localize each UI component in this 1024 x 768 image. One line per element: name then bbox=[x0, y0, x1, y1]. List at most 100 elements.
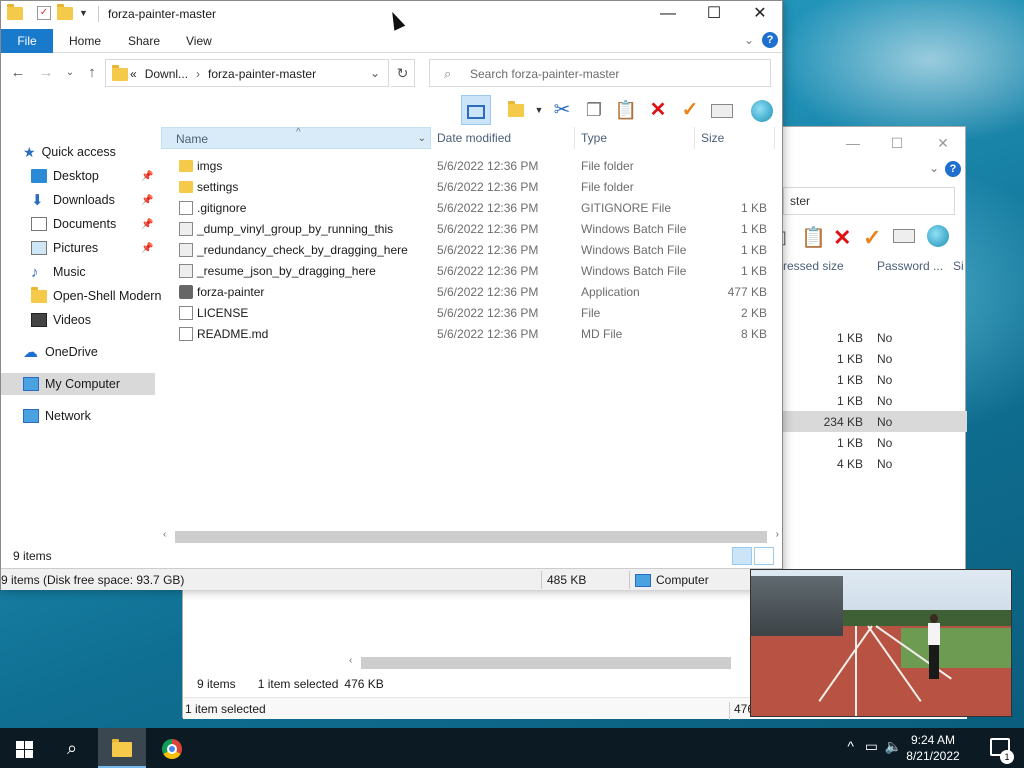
file-explorer-taskbar-icon[interactable] bbox=[98, 728, 146, 768]
delete-icon[interactable]: ✕ bbox=[643, 95, 673, 125]
background-file-row[interactable]: 1 KB No bbox=[783, 327, 967, 348]
nav-pictures[interactable]: Pictures bbox=[31, 237, 98, 259]
nav-quick-access[interactable]: ★ Quick access bbox=[23, 141, 116, 163]
maximize-icon[interactable]: ☐ bbox=[887, 133, 907, 153]
close-button[interactable]: ✕ bbox=[737, 1, 783, 29]
details-view-icon[interactable] bbox=[732, 547, 752, 565]
size-header[interactable]: Si bbox=[953, 259, 967, 281]
search-icon[interactable]: ⌕ bbox=[48, 728, 96, 768]
up-arrow-icon[interactable]: ↑ bbox=[83, 63, 101, 83]
globe-icon[interactable] bbox=[747, 95, 777, 125]
clock[interactable]: 9:24 AM 8/21/2022 bbox=[898, 732, 968, 764]
compressed-size-header[interactable]: ressed size bbox=[783, 259, 873, 281]
network-icon[interactable]: ▭ bbox=[865, 738, 878, 755]
minimize-icon[interactable]: — bbox=[843, 133, 863, 153]
file-row[interactable]: _resume_json_by_dragging_here 5/6/2022 12… bbox=[161, 261, 781, 282]
nav-network[interactable]: Network bbox=[23, 405, 91, 427]
file-row[interactable]: LICENSE 5/6/2022 12:36 PM File 2 KB bbox=[161, 303, 781, 324]
rename-icon[interactable] bbox=[707, 95, 737, 125]
address-bar[interactable]: « Downl... › forza-painter-master ⌄ bbox=[105, 59, 389, 87]
large-icons-view-icon[interactable] bbox=[754, 547, 774, 565]
background-file-row[interactable]: 234 KB No bbox=[783, 411, 967, 432]
file-row[interactable]: forza-painter 5/6/2022 12:36 PM Applicatio… bbox=[161, 282, 781, 303]
background-file-row[interactable]: 1 KB No bbox=[783, 390, 967, 411]
properties-folder-icon[interactable] bbox=[501, 95, 531, 125]
breadcrumb-current[interactable]: forza-painter-master bbox=[208, 67, 316, 81]
horizontal-scrollbar[interactable]: ‹ › bbox=[161, 529, 781, 545]
column-name[interactable]: Name ^ ⌄ bbox=[161, 127, 431, 149]
nav-onedrive[interactable]: ☁ OneDrive bbox=[23, 341, 98, 363]
scroll-right-icon[interactable]: › bbox=[776, 529, 779, 540]
start-button[interactable] bbox=[0, 728, 48, 768]
nav-videos[interactable]: Videos bbox=[31, 309, 91, 331]
chevron-up-icon[interactable]: ^ bbox=[847, 738, 854, 754]
background-file-row[interactable]: 1 KB No bbox=[783, 369, 967, 390]
recent-locations-icon[interactable]: ⌄ bbox=[61, 63, 79, 83]
scrollbar-thumb[interactable] bbox=[361, 657, 731, 669]
video-thumbnail[interactable] bbox=[750, 569, 1012, 717]
scrollbar-thumb[interactable] bbox=[175, 531, 767, 543]
background-file-row[interactable]: 1 KB No bbox=[783, 348, 967, 369]
scroll-left-icon[interactable]: ‹ bbox=[349, 655, 352, 666]
nav-downloads[interactable]: ⬇ Downloads bbox=[31, 189, 115, 211]
close-icon[interactable]: ✕ bbox=[933, 133, 953, 153]
new-folder-icon[interactable] bbox=[57, 3, 73, 20]
preview-pane-icon[interactable] bbox=[461, 95, 491, 125]
customize-dropdown-icon[interactable]: ▼ bbox=[79, 8, 88, 18]
info-icon[interactable] bbox=[893, 229, 915, 243]
background-search-input[interactable]: ster bbox=[783, 187, 955, 215]
nav-my-computer[interactable]: My Computer bbox=[1, 373, 155, 395]
paste-icon[interactable]: 📋 bbox=[611, 95, 641, 125]
tab-file[interactable]: File bbox=[1, 29, 53, 53]
checkmark-icon[interactable]: ✓ bbox=[675, 95, 705, 125]
delete-icon[interactable]: ✕ bbox=[833, 225, 851, 251]
file-row[interactable]: .gitignore 5/6/2022 12:36 PM GITIGNORE Fil… bbox=[161, 198, 781, 219]
address-dropdown-icon[interactable]: ⌄ bbox=[370, 66, 380, 80]
nav-open-shell[interactable]: Open-Shell Modern bbox=[31, 285, 161, 307]
clipboard-icon[interactable]: 📋 bbox=[801, 225, 826, 250]
chevron-down-icon[interactable]: ⌄ bbox=[929, 161, 939, 175]
column-date-modified[interactable]: Date modified bbox=[431, 127, 575, 149]
help-icon[interactable]: ? bbox=[762, 32, 778, 48]
file-row[interactable]: imgs 5/6/2022 12:36 PM File folder bbox=[161, 156, 781, 177]
pin-icon[interactable]: 📌 bbox=[141, 195, 153, 206]
search-box[interactable]: ⌕ Search forza-painter-master bbox=[429, 59, 771, 87]
breadcrumb-downloads[interactable]: Downl... bbox=[145, 67, 188, 81]
dropdown-arrow-icon[interactable]: ▼ bbox=[531, 95, 547, 125]
pin-icon[interactable]: 📌 bbox=[141, 171, 153, 182]
password-header[interactable]: Password ... bbox=[873, 259, 953, 281]
scroll-left-icon[interactable]: ‹ bbox=[163, 529, 166, 540]
help-icon[interactable]: ? bbox=[945, 161, 961, 177]
pin-icon[interactable]: 📌 bbox=[141, 219, 153, 230]
cut-icon[interactable]: ✂ bbox=[547, 95, 577, 125]
globe-icon[interactable] bbox=[927, 225, 949, 247]
pin-icon[interactable]: 📌 bbox=[141, 243, 153, 254]
minimize-button[interactable]: — bbox=[645, 1, 691, 29]
back-arrow-icon[interactable]: ← bbox=[9, 63, 27, 83]
checkmark-icon[interactable]: ✓ bbox=[863, 225, 881, 251]
nav-music[interactable]: ♪ Music bbox=[31, 261, 86, 283]
tab-home[interactable]: Home bbox=[69, 29, 101, 53]
expand-ribbon-icon[interactable]: ⌄ bbox=[744, 33, 754, 47]
chrome-taskbar-icon[interactable] bbox=[148, 728, 196, 768]
tab-share[interactable]: Share bbox=[128, 29, 160, 53]
refresh-icon[interactable]: ↻ bbox=[391, 59, 415, 87]
file-row[interactable]: settings 5/6/2022 12:36 PM File folder bbox=[161, 177, 781, 198]
nav-desktop[interactable]: Desktop bbox=[31, 165, 99, 187]
file-row[interactable]: _dump_vinyl_group_by_running_this 5/6/202… bbox=[161, 219, 781, 240]
column-dropdown-icon[interactable]: ⌄ bbox=[418, 128, 426, 150]
tab-view[interactable]: View bbox=[186, 29, 212, 53]
background-file-row[interactable]: 4 KB No bbox=[783, 453, 967, 474]
copy-icon[interactable]: ❐ bbox=[579, 95, 609, 125]
forward-arrow-icon[interactable]: → bbox=[37, 63, 55, 83]
search-input[interactable]: Search forza-painter-master bbox=[470, 67, 619, 81]
file-row[interactable]: README.md 5/6/2022 12:36 PM MD File 8 KB bbox=[161, 324, 781, 345]
nav-documents[interactable]: Documents bbox=[31, 213, 116, 235]
breadcrumb-overflow[interactable]: « bbox=[130, 67, 137, 81]
file-row[interactable]: _redundancy_check_by_dragging_here 5/6/20… bbox=[161, 240, 781, 261]
explorer-window[interactable]: ✓ ▼ forza-painter-master — ☐ ✕ File Home… bbox=[0, 0, 783, 590]
column-type[interactable]: Type bbox=[575, 127, 695, 149]
background-file-row[interactable]: 1 KB No bbox=[783, 432, 967, 453]
properties-icon[interactable]: ✓ bbox=[37, 6, 51, 20]
column-size[interactable]: Size bbox=[695, 127, 775, 149]
